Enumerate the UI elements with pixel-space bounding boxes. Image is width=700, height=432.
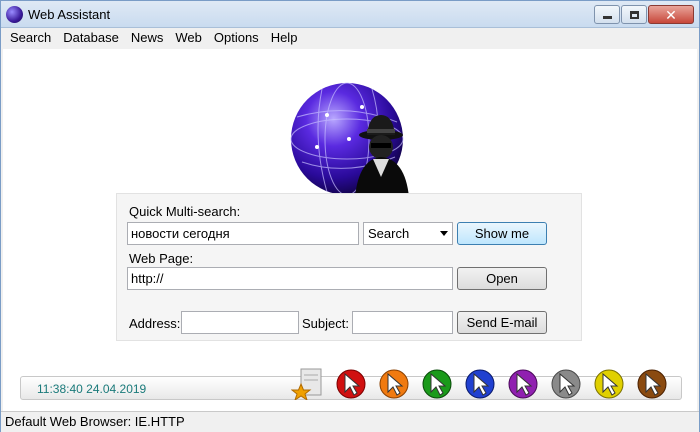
menu-options[interactable]: Options [208,28,265,48]
quick-search-input[interactable]: новости сегодня [127,222,359,245]
web-page-label: Web Page: [129,251,194,266]
gray-cursor-icon[interactable] [549,366,583,400]
chevron-down-icon [440,231,448,236]
brown-cursor-icon[interactable] [635,366,669,400]
minimize-icon [602,16,612,19]
subject-label: Subject: [302,316,349,331]
address-label: Address: [129,316,181,331]
show-me-button[interactable]: Show me [457,222,547,245]
maximize-icon [629,10,639,19]
yellow-cursor-icon[interactable] [592,366,626,400]
search-engine-value: Search [368,226,410,241]
web-page-input[interactable]: http:// [127,267,453,290]
menu-bar: Search Database News Web Options Help [1,28,699,48]
address-input[interactable] [181,311,299,334]
window-title: Web Assistant [28,7,111,22]
quick-search-label: Quick Multi-search: [129,204,241,219]
favorites-icon[interactable] [291,366,325,400]
menu-web[interactable]: Web [169,28,208,48]
search-panel: Quick Multi-search: новости сегодня Sear… [116,193,582,341]
maximize-button[interactable] [621,5,647,24]
close-icon: ✕ [665,6,677,23]
orange-cursor-icon[interactable] [377,366,411,400]
minimize-button[interactable] [594,5,620,24]
menu-news[interactable]: News [125,28,170,48]
menu-database[interactable]: Database [57,28,125,48]
send-email-button[interactable]: Send E-mail [457,311,547,334]
globe-spy-logo [290,82,409,197]
red-cursor-icon[interactable] [334,366,368,400]
green-cursor-icon[interactable] [420,366,454,400]
purple-cursor-icon[interactable] [506,366,540,400]
title-bar: Web Assistant ✕ [1,1,699,28]
clock-display: 11:38:40 24.04.2019 [37,382,147,396]
status-text: Default Web Browser: IE.HTTP [5,414,185,429]
main-content: Quick Multi-search: новости сегодня Sear… [3,49,697,411]
blue-cursor-icon[interactable] [463,366,497,400]
globe-app-icon [6,6,23,23]
open-button[interactable]: Open [457,267,547,290]
menu-help[interactable]: Help [265,28,304,48]
search-engine-select[interactable]: Search [363,222,453,245]
app-window: Web Assistant ✕ Search Database News Web… [0,0,700,432]
subject-input[interactable] [352,311,453,334]
status-bar: Default Web Browser: IE.HTTP [1,411,699,432]
menu-search[interactable]: Search [4,28,57,48]
close-button[interactable]: ✕ [648,5,694,24]
